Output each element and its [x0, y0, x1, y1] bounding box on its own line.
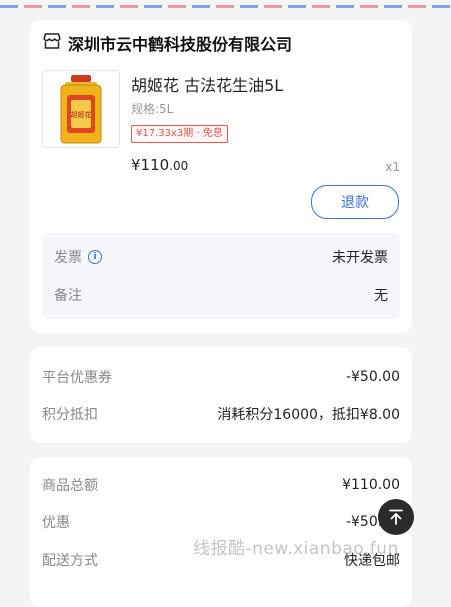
- product-price: ¥110.00: [131, 156, 188, 174]
- points-row: 积分抵扣 消耗积分16000，抵扣¥8.00: [30, 404, 412, 424]
- info-icon[interactable]: i: [88, 250, 102, 264]
- remark-value: 无: [374, 288, 388, 304]
- price-decimal: .00: [169, 159, 189, 173]
- discounts-card: 平台优惠券 -¥50.00 积分抵扣 消耗积分16000，抵扣¥8.00: [30, 347, 412, 443]
- product-quantity: x1: [385, 160, 400, 174]
- invoice-label: 发票: [54, 250, 82, 266]
- back-to-top-button[interactable]: [378, 499, 414, 535]
- price-integer: ¥110: [131, 156, 170, 174]
- coupon-row[interactable]: 平台优惠券 -¥50.00: [30, 367, 412, 387]
- order-item-card: 深圳市云中鹤科技股份有限公司 胡姬花 胡姬花 古法花生油5L 规格:5L ¥17…: [30, 20, 412, 333]
- points-label: 积分抵扣: [42, 407, 98, 423]
- shipping-row: 配送方式 快递包邮: [30, 550, 412, 570]
- total-row: 商品总额 ¥110.00: [30, 475, 412, 495]
- product-image[interactable]: 胡姬花: [42, 70, 120, 148]
- oil-bottle-image: 胡姬花: [60, 75, 102, 144]
- store-icon: [42, 32, 62, 54]
- shop-name: 深圳市云中鹤科技股份有限公司: [68, 35, 293, 54]
- shipping-value: 快递包邮: [344, 553, 400, 569]
- installment-tag: ¥17.33x3期 · 免息: [131, 125, 228, 143]
- invoice-label-group: 发票 i: [54, 247, 102, 267]
- remark-row: 备注 无: [42, 285, 400, 305]
- total-value: ¥110.00: [342, 477, 400, 493]
- discount-row: 优惠 -¥50.00: [30, 512, 412, 532]
- arrow-up-icon: [389, 509, 403, 525]
- shipping-label: 配送方式: [42, 553, 98, 569]
- product-spec: 规格:5L: [131, 102, 174, 116]
- refund-button[interactable]: 退款: [311, 185, 399, 219]
- invoice-value: 未开发票: [332, 250, 388, 266]
- decorative-stripe: [0, 0, 451, 10]
- invoice-remark-box: 发票 i 未开发票 备注 无: [42, 233, 400, 319]
- invoice-row[interactable]: 发票 i 未开发票: [42, 247, 400, 267]
- discount-label: 优惠: [42, 515, 70, 531]
- total-label: 商品总额: [42, 478, 98, 494]
- summary-card: 商品总额 ¥110.00 优惠 -¥50.00 配送方式 快递包邮: [30, 457, 412, 607]
- shop-header[interactable]: 深圳市云中鹤科技股份有限公司: [42, 32, 292, 54]
- coupon-value: -¥50.00: [345, 369, 400, 385]
- product-title[interactable]: 胡姬花 古法花生油5L: [131, 72, 283, 96]
- remark-label: 备注: [54, 288, 82, 304]
- coupon-label: 平台优惠券: [42, 370, 112, 386]
- points-value: 消耗积分16000，抵扣¥8.00: [217, 407, 400, 423]
- product-image-label: 胡姬花: [71, 110, 92, 119]
